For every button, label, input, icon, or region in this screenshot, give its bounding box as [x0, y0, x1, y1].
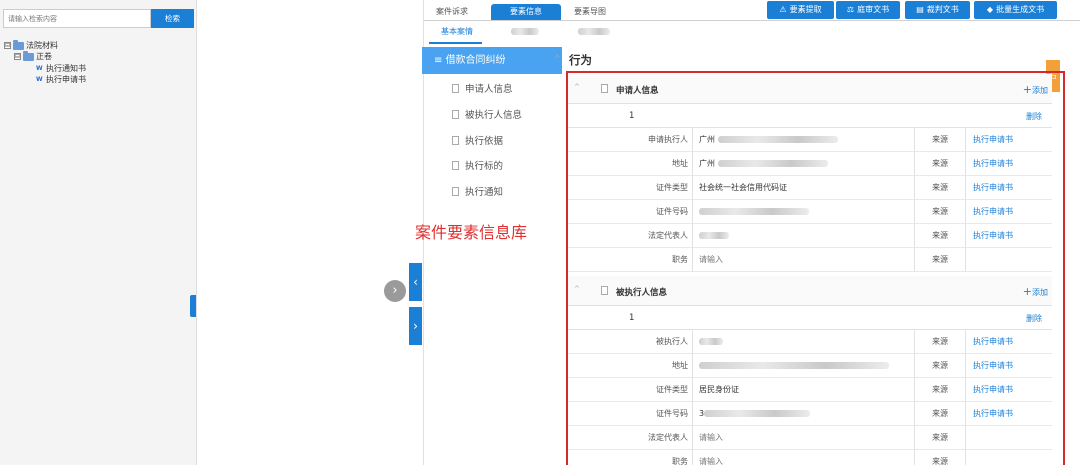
- main-panel: 案件诉求 要素信息 要素导图 ⚠ 要素提取 ⚖ 庭审文书 ▤ 裁判文书 ◆ 批量生成文书…: [415, 0, 1080, 465]
- file-tree-panel: 检索 ⊟ 法院材料 ⊟ 正卷 W 执行通知书 W 执行申请书: [0, 0, 197, 465]
- search-button[interactable]: 检索: [151, 9, 194, 28]
- button-label: 要素提取: [789, 5, 822, 14]
- tree-node-label: 执行申请书: [46, 75, 86, 84]
- judgment-documents-button[interactable]: ▤ 裁判文书: [905, 1, 970, 19]
- search-input[interactable]: [3, 9, 151, 28]
- document-icon: ▤: [916, 5, 924, 14]
- tree-node-main-volume[interactable]: ⊟ 正卷: [14, 50, 52, 62]
- subtab-redacted[interactable]: [511, 28, 539, 37]
- tree-node-label: 法院材料: [26, 41, 58, 50]
- trial-documents-button[interactable]: ⚖ 庭审文书: [836, 1, 900, 19]
- tab-element-map[interactable]: 要素导图: [561, 4, 619, 20]
- category-item-label: 被执行人信息: [465, 110, 523, 121]
- tree-node-label: 执行通知书: [46, 64, 86, 73]
- tab-divider: [424, 20, 1080, 21]
- tree-node-label: 正卷: [36, 52, 52, 61]
- tab-case-claims[interactable]: 案件诉求: [425, 4, 479, 20]
- chevron-right-icon[interactable]: ›: [384, 280, 406, 302]
- tab-element-info[interactable]: 要素信息: [491, 4, 561, 20]
- warning-icon: ⚠: [779, 5, 787, 14]
- button-label: 裁判文书: [926, 5, 959, 14]
- highlight-box: [566, 71, 1065, 465]
- category-item-target[interactable]: 执行标的: [452, 158, 503, 172]
- batch-generate-documents-button[interactable]: ◆ 批量生成文书: [974, 1, 1057, 19]
- category-item-label: 申请人信息: [465, 84, 513, 95]
- document-icon: [452, 160, 459, 170]
- active-subtab-indicator: [429, 42, 482, 44]
- extract-elements-button[interactable]: ⚠ 要素提取: [767, 1, 834, 19]
- section-title: 行为: [569, 53, 592, 67]
- tree-node-execution-notice[interactable]: W 执行通知书: [36, 63, 86, 74]
- word-document-icon: W: [36, 76, 43, 83]
- document-icon: [452, 109, 459, 119]
- layers-icon: ◆: [986, 5, 994, 14]
- category-item-respondent[interactable]: 被执行人信息: [452, 107, 522, 121]
- menu-icon: ≡: [434, 55, 446, 66]
- button-label: 庭审文书: [857, 5, 890, 14]
- tree-node-court-materials[interactable]: ⊟ 法院材料: [4, 39, 58, 51]
- tree-node-execution-application[interactable]: W 执行申请书: [36, 74, 86, 85]
- category-item-notice[interactable]: 执行通知: [452, 184, 503, 198]
- chevron-right-icon[interactable]: ›: [409, 307, 422, 345]
- category-header[interactable]: ≡ 借款合同纠纷: [422, 47, 562, 74]
- subtab-redacted[interactable]: [578, 28, 610, 37]
- collapse-toggle-icon[interactable]: ⊟: [14, 53, 21, 60]
- button-label: 批量生成文书: [996, 5, 1045, 14]
- chevron-up-icon[interactable]: ^: [554, 54, 561, 63]
- subtab-basic-case[interactable]: 基本案情: [441, 26, 473, 37]
- category-item-label: 执行依据: [465, 136, 504, 147]
- scales-icon: ⚖: [846, 5, 855, 14]
- document-icon: [452, 83, 459, 93]
- document-icon: [452, 186, 459, 196]
- chevron-left-icon[interactable]: ‹: [409, 263, 422, 301]
- folder-icon: [13, 39, 24, 50]
- annotation-label: 案件要素信息库: [415, 223, 528, 242]
- folder-icon: [23, 50, 34, 61]
- category-item-applicant[interactable]: 申请人信息: [452, 81, 513, 95]
- category-item-label: 执行通知: [465, 187, 504, 198]
- left-panel-collapse-handle[interactable]: [190, 295, 196, 317]
- document-icon: [452, 135, 459, 145]
- category-item-basis[interactable]: 执行依据: [452, 133, 503, 147]
- category-item-label: 执行标的: [465, 161, 504, 172]
- category-header-label: 借款合同纠纷: [445, 55, 506, 66]
- word-document-icon: W: [36, 65, 43, 72]
- collapse-toggle-icon[interactable]: ⊟: [4, 42, 11, 49]
